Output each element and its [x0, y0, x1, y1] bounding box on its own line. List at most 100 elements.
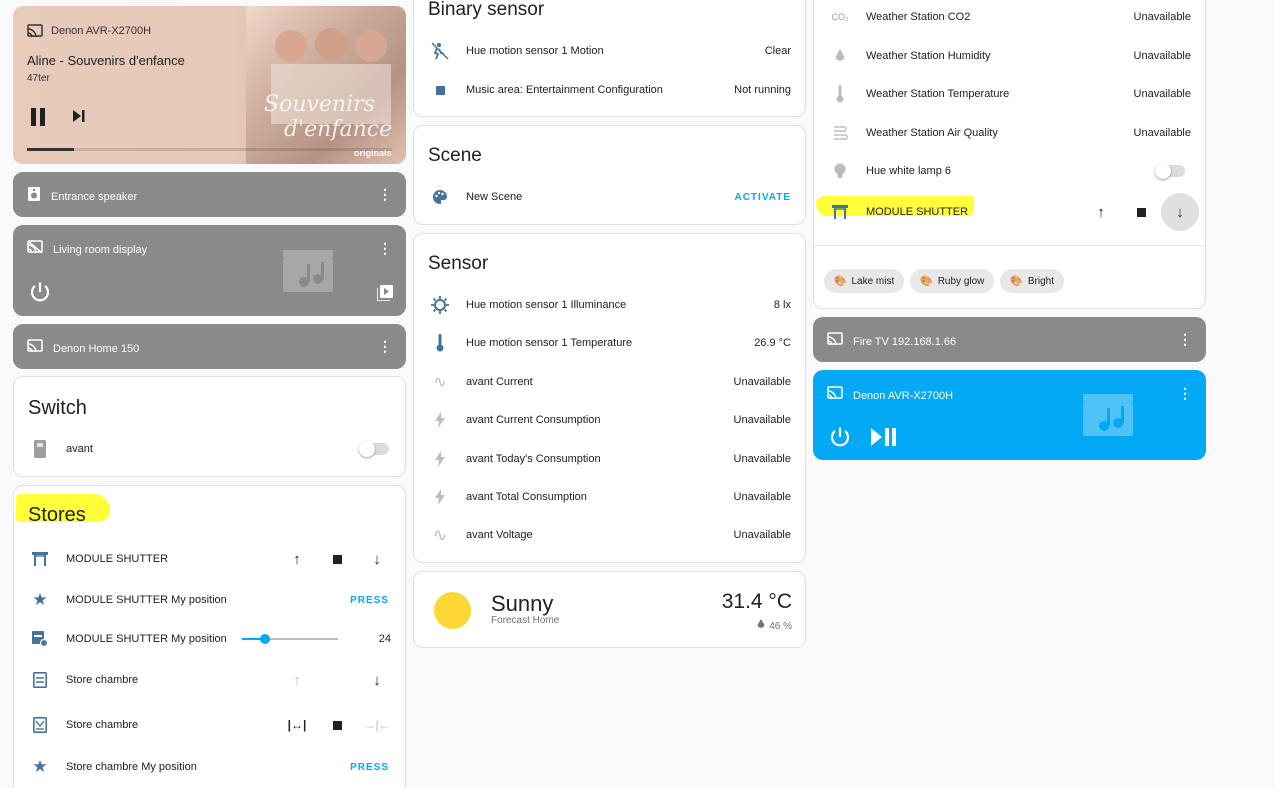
- entity-name: MODULE SHUTTER: [866, 206, 969, 218]
- window-shutter-icon: [14, 552, 66, 566]
- store-name: MODULE SHUTTER My position: [66, 594, 227, 606]
- arrow-down-button[interactable]: ↓: [1161, 193, 1199, 231]
- sensor-row-voltage[interactable]: ∿ avant Voltage Unavailable: [414, 516, 805, 554]
- entity-name: Weather Station Humidity: [866, 50, 991, 62]
- scene-row-new-scene[interactable]: New Scene ACTIVATE: [414, 178, 805, 216]
- hue-lamp-toggle[interactable]: [1155, 163, 1185, 179]
- close-tilt-button[interactable]: →|←: [357, 706, 397, 744]
- more-options-icon[interactable]: ⋮: [378, 187, 392, 201]
- store-name: Store chambre: [66, 719, 139, 731]
- weather-condition: Sunny: [491, 591, 554, 616]
- more-options-icon[interactable]: ⋮: [1178, 332, 1192, 346]
- more-options-icon[interactable]: ⋮: [378, 241, 392, 255]
- scene-card: Scene New Scene ACTIVATE: [413, 125, 806, 225]
- scene-name: New Scene: [466, 191, 523, 203]
- power-button[interactable]: [29, 281, 51, 308]
- media-progress-fill: [27, 148, 75, 151]
- entity-name: Hue white lamp 6: [866, 165, 951, 177]
- binary-sensor-card: Binary sensor Hue motion sensor 1 Motion…: [413, 0, 806, 117]
- entity-row-humidity[interactable]: Weather Station Humidity Unavailable: [814, 37, 1205, 75]
- binary-name: Hue motion sensor 1 Motion: [466, 45, 604, 57]
- binary-row-music-area[interactable]: Music area: Entertainment Configuration …: [414, 71, 805, 109]
- slider-handle[interactable]: [260, 634, 271, 644]
- chip-ruby-glow[interactable]: 🎨 Ruby glow: [910, 269, 995, 293]
- sensor-row-current[interactable]: ∿ avant Current Unavailable: [414, 363, 805, 401]
- store-name: MODULE SHUTTER: [66, 553, 169, 565]
- press-button[interactable]: PRESS: [350, 762, 405, 773]
- thermometer-icon: [814, 85, 866, 103]
- sensor-state: Unavailable: [733, 491, 791, 503]
- air-filter-icon: [814, 125, 866, 141]
- media-player-card-living-room[interactable]: Living room display ⋮: [13, 225, 406, 316]
- play-queue-icon[interactable]: [376, 285, 393, 306]
- more-options-icon[interactable]: ⋮: [1178, 386, 1192, 400]
- cog-shutter-icon: [14, 631, 66, 647]
- entity-row-temperature[interactable]: Weather Station Temperature Unavailable: [814, 75, 1205, 113]
- sensor-state: 26.9 °C: [754, 337, 791, 349]
- media-player-card-denon-avr[interactable]: Denon AVR-X2700H ⋮: [813, 370, 1206, 460]
- media-player-card-fire-tv[interactable]: Fire TV 192.168.1.66 ⋮: [813, 317, 1206, 362]
- store-name: Store chambre My position: [66, 761, 197, 773]
- store-name: Store chambre: [66, 674, 139, 686]
- position-slider[interactable]: [242, 633, 338, 645]
- arrow-down-button[interactable]: ↓: [357, 661, 397, 699]
- binary-row-motion[interactable]: Hue motion sensor 1 Motion Clear: [414, 32, 805, 70]
- open-tilt-button[interactable]: |↔|: [277, 706, 317, 744]
- entity-row-air-quality[interactable]: Weather Station Air Quality Unavailable: [814, 114, 1205, 152]
- arrow-up-button[interactable]: ↑: [277, 661, 317, 699]
- activate-button[interactable]: ACTIVATE: [734, 192, 805, 203]
- flash-icon: [414, 412, 466, 428]
- square-icon: [414, 85, 466, 95]
- stores-card-title: Stores: [28, 504, 86, 526]
- entity-row-co2[interactable]: CO₂ Weather Station CO2 Unavailable: [814, 0, 1205, 36]
- power-button[interactable]: [829, 426, 851, 453]
- cast-icon: [827, 332, 843, 351]
- sensor-row-today-consumption[interactable]: avant Today's Consumption Unavailable: [414, 440, 805, 478]
- chip-bright[interactable]: 🎨 Bright: [1000, 269, 1064, 293]
- avant-toggle[interactable]: [359, 441, 389, 457]
- sensor-row-temperature[interactable]: Hue motion sensor 1 Temperature 26.9 °C: [414, 324, 805, 362]
- sensor-row-total-consumption[interactable]: avant Total Consumption Unavailable: [414, 478, 805, 516]
- sensor-name: avant Today's Consumption: [466, 453, 601, 465]
- store-row-position-slider[interactable]: MODULE SHUTTER My position 24: [14, 620, 405, 658]
- pause-button[interactable]: [31, 108, 45, 126]
- next-track-button[interactable]: [71, 109, 87, 128]
- sensor-state: Unavailable: [733, 376, 791, 388]
- sensor-card: Sensor Hue motion sensor 1 Illuminance 8…: [413, 233, 806, 563]
- media-player-card-main: Souvenirs d'enfance originals Denon AVR-…: [13, 6, 406, 164]
- chip-label: Ruby glow: [937, 275, 985, 287]
- cast-icon: [827, 386, 843, 405]
- stop-button[interactable]: [1121, 193, 1161, 231]
- flash-icon: [414, 451, 466, 467]
- movie-music-icon: [283, 250, 333, 297]
- media-player-card-denon-home[interactable]: Denon Home 150 ⋮: [13, 324, 406, 369]
- chip-lake-mist[interactable]: 🎨 Lake mist: [824, 269, 905, 293]
- store-row-store-chambre[interactable]: Store chambre ↑ ↓: [14, 661, 405, 699]
- weather-card[interactable]: Sunny Forecast Home 31.4 °C 46 %: [413, 571, 806, 648]
- store-row-store-chambre-my-position[interactable]: ★ Store chambre My position PRESS: [14, 748, 405, 786]
- water-percent-icon: [814, 49, 866, 63]
- more-options-icon[interactable]: ⋮: [378, 339, 392, 353]
- media-player-card-entrance[interactable]: Entrance speaker ⋮: [13, 172, 406, 217]
- play-pause-button[interactable]: [871, 428, 897, 451]
- sensor-state: Unavailable: [733, 453, 791, 465]
- entity-row-module-shutter[interactable]: MODULE SHUTTER ↑ ↓: [814, 193, 1205, 231]
- sensor-state: 8 lx: [773, 299, 791, 311]
- chip-label: Bright: [1027, 275, 1054, 287]
- entity-row-hue-lamp[interactable]: Hue white lamp 6: [814, 152, 1205, 190]
- store-row-module-shutter-my-position[interactable]: ★ MODULE SHUTTER My position PRESS: [14, 581, 405, 619]
- store-row-store-chambre-tilt[interactable]: Store chambre |↔| →|←: [14, 706, 405, 744]
- store-row-module-shutter[interactable]: MODULE SHUTTER ↑ ↓: [14, 540, 405, 578]
- stop-button[interactable]: [317, 706, 357, 744]
- sensor-row-current-consumption[interactable]: avant Current Consumption Unavailable: [414, 401, 805, 439]
- press-button[interactable]: PRESS: [350, 595, 405, 606]
- arrow-up-button[interactable]: ↑: [1081, 193, 1121, 231]
- arrow-down-button[interactable]: ↓: [357, 540, 397, 578]
- stop-button[interactable]: [317, 540, 357, 578]
- motion-sensor-off-icon: [414, 42, 466, 60]
- media-progress-track[interactable]: [27, 148, 392, 151]
- switch-row-avant[interactable]: avant: [14, 430, 405, 468]
- skip-next-icon: [73, 110, 85, 122]
- sensor-row-illuminance[interactable]: Hue motion sensor 1 Illuminance 8 lx: [414, 286, 805, 324]
- arrow-up-button[interactable]: ↑: [277, 540, 317, 578]
